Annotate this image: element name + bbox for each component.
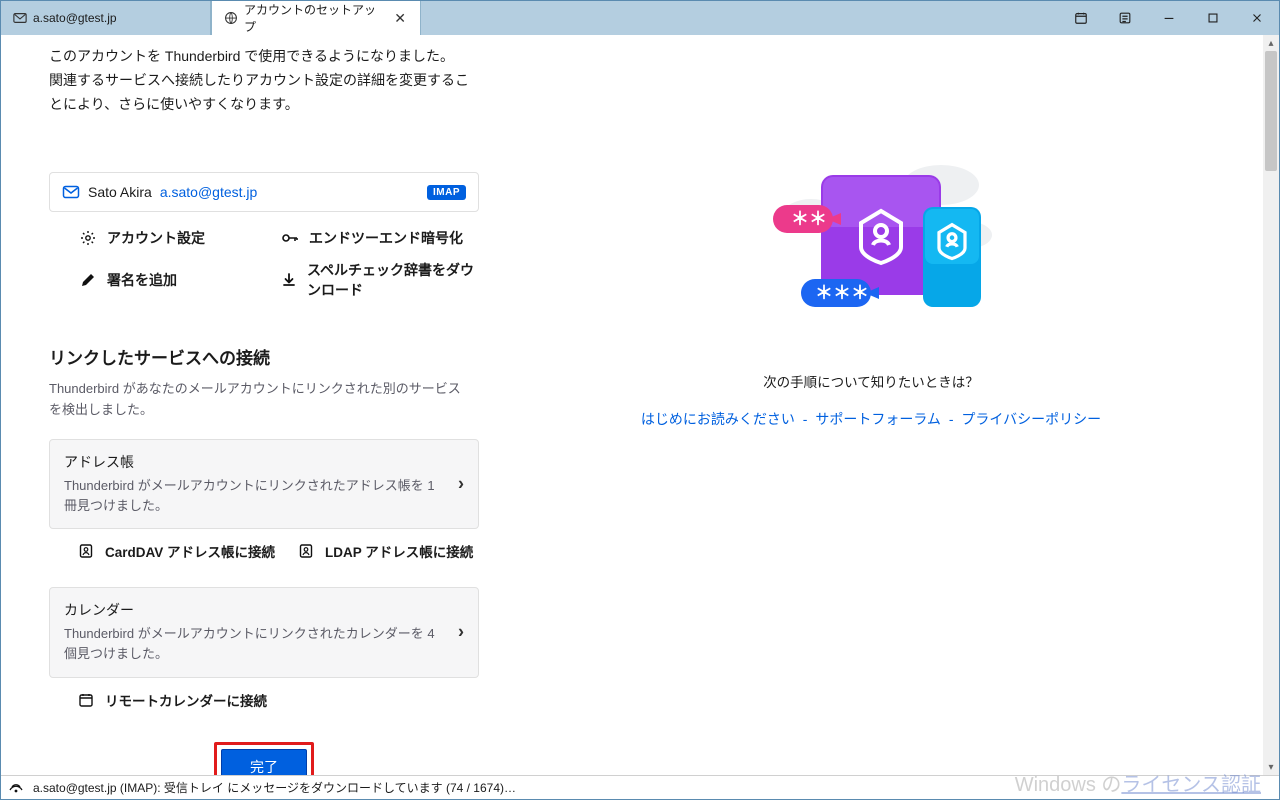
link-label: LDAP アドレス帳に接続 — [325, 541, 473, 561]
scroll-track[interactable] — [1263, 51, 1279, 759]
chevron-right-icon: › — [458, 474, 464, 495]
status-text: a.sato@gtest.jp (IMAP): 受信トレイ にメッセージをダウン… — [33, 779, 516, 796]
addressbook-panel[interactable]: アドレス帳 Thunderbird がメールアカウントにリンクされたアドレス帳を… — [49, 439, 479, 529]
add-signature-link[interactable]: 署名を追加 — [79, 260, 273, 300]
vertical-scrollbar[interactable]: ▴ ▾ — [1263, 35, 1279, 775]
pencil-icon — [79, 271, 97, 289]
tab-label: アカウントのセットアップ — [244, 1, 386, 35]
activity-icon — [7, 781, 25, 795]
tab-label: a.sato@gtest.jp — [33, 11, 117, 25]
setup-illustration: ＊＊ — [741, 155, 1001, 345]
tasks-toolbar-button[interactable] — [1103, 1, 1147, 35]
tab-close-button[interactable]: ✕ — [392, 10, 408, 26]
linked-services-desc: Thunderbird があなたのメールアカウントにリンクされた別のサービスを検… — [49, 379, 469, 421]
scroll-up-arrow[interactable]: ▴ — [1263, 35, 1279, 51]
scroll-thumb[interactable] — [1265, 51, 1277, 171]
account-settings-link[interactable]: アカウント設定 — [79, 228, 273, 248]
scroll-down-arrow[interactable]: ▾ — [1263, 759, 1279, 775]
calendar-icon — [77, 691, 95, 709]
mail-account-icon — [62, 183, 80, 201]
intro-text: このアカウントを Thunderbird で使用できるようになりました。 関連す… — [49, 45, 479, 116]
intro-line-2: 関連するサービスへ接続したりアカウント設定の詳細を変更することにより、さらに使い… — [49, 69, 479, 117]
svg-text:＊＊: ＊＊ — [791, 209, 827, 229]
tab-mail-account[interactable]: a.sato@gtest.jp — [1, 1, 211, 35]
key-icon — [281, 229, 299, 247]
svg-text:＊＊＊: ＊＊＊ — [815, 283, 869, 303]
account-summary-card: Sato Akira a.sato@gtest.jp IMAP — [49, 172, 479, 212]
window-maximize-button[interactable] — [1191, 1, 1235, 35]
separator: - — [803, 411, 808, 427]
window-minimize-button[interactable] — [1147, 1, 1191, 35]
window-close-button[interactable] — [1235, 1, 1279, 35]
link-label: アカウント設定 — [107, 228, 205, 248]
calendar-panel[interactable]: カレンダー Thunderbird がメールアカウントにリンクされたカレンダーを… — [49, 587, 479, 677]
separator: - — [949, 411, 954, 427]
e2e-encryption-link[interactable]: エンドツーエンド暗号化 — [281, 228, 475, 248]
support-forum-link[interactable]: サポートフォーラム — [815, 411, 941, 427]
tab-bar: a.sato@gtest.jp アカウントのセットアップ ✕ — [1, 1, 1279, 35]
remote-calendar-connect-link[interactable]: リモートカレンダーに接続 — [77, 690, 267, 710]
carddav-connect-link[interactable]: CardDAV アドレス帳に接続 — [77, 541, 275, 561]
link-label: CardDAV アドレス帳に接続 — [105, 541, 275, 561]
panel-desc: Thunderbird がメールアカウントにリンクされたカレンダーを 4 個見つ… — [64, 624, 438, 664]
download-icon — [281, 271, 297, 289]
download-dictionary-link[interactable]: スペルチェック辞書をダウンロード — [281, 260, 475, 300]
gear-icon — [79, 229, 97, 247]
next-steps-question: 次の手順について知りたいときは？ — [763, 371, 979, 391]
linked-services-title: リンクしたサービスへの接続 — [49, 344, 479, 369]
ldap-connect-link[interactable]: LDAP アドレス帳に接続 — [297, 541, 473, 561]
calendar-toolbar-button[interactable] — [1059, 1, 1103, 35]
done-button[interactable]: 完了 — [221, 749, 307, 775]
panel-desc: Thunderbird がメールアカウントにリンクされたアドレス帳を 1 冊見つ… — [64, 476, 438, 516]
globe-icon — [224, 11, 238, 25]
window-buttons — [1059, 1, 1279, 35]
help-links: はじめにお読みください - サポートフォーラム - プライバシーポリシー — [641, 409, 1101, 429]
protocol-badge: IMAP — [427, 185, 466, 200]
getting-started-link[interactable]: はじめにお読みください — [641, 411, 795, 427]
link-label: エンドツーエンド暗号化 — [309, 228, 463, 248]
account-email: a.sato@gtest.jp — [160, 184, 258, 200]
main-content: このアカウントを Thunderbird で使用できるようになりました。 関連す… — [1, 35, 1263, 775]
done-button-highlight: 完了 — [214, 742, 314, 775]
intro-line-1: このアカウントを Thunderbird で使用できるようになりました。 — [49, 45, 479, 69]
link-label: リモートカレンダーに接続 — [105, 690, 267, 710]
tab-account-setup[interactable]: アカウントのセットアップ ✕ — [211, 1, 421, 35]
addressbook-icon — [297, 542, 315, 560]
panel-title: アドレス帳 — [64, 452, 438, 472]
addressbook-icon — [77, 542, 95, 560]
privacy-policy-link[interactable]: プライバシーポリシー — [961, 411, 1101, 427]
mail-icon — [13, 11, 27, 25]
status-bar: a.sato@gtest.jp (IMAP): 受信トレイ にメッセージをダウン… — [1, 775, 1279, 799]
chevron-right-icon: › — [458, 622, 464, 643]
link-label: スペルチェック辞書をダウンロード — [307, 260, 475, 300]
link-label: 署名を追加 — [107, 270, 177, 290]
account-display-name: Sato Akira — [88, 184, 152, 200]
panel-title: カレンダー — [64, 600, 438, 620]
